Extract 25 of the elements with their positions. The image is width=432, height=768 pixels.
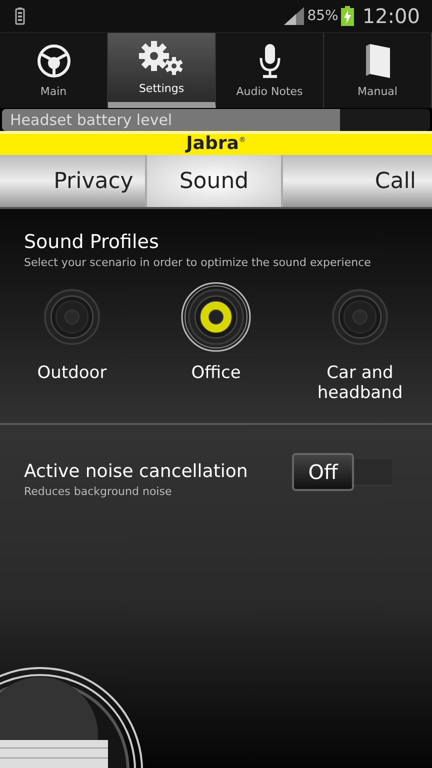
brand-logo: Jabra$^{®}$ bbox=[186, 132, 246, 154]
signal-icon bbox=[284, 7, 304, 25]
profile-option[interactable]: Outdoor bbox=[0, 281, 144, 403]
section-subtitle: Select your scenario in order to optimize the sound experience bbox=[23, 256, 372, 269]
dial-icon bbox=[36, 43, 72, 79]
nav-tab[interactable]: Manual bbox=[324, 33, 432, 108]
battery-level-label: Headset battery level bbox=[9, 111, 172, 129]
section-tab[interactable]: Call bbox=[282, 155, 432, 207]
battery-percent: 85% bbox=[307, 8, 338, 24]
section-tab[interactable]: Sound bbox=[147, 155, 283, 207]
profile-option[interactable]: Car and headband bbox=[288, 281, 432, 403]
charging-battery-icon bbox=[341, 6, 354, 26]
nav-tab[interactable]: Settings bbox=[108, 33, 216, 108]
speaker-icon bbox=[180, 281, 252, 353]
clock: 12:00 bbox=[362, 4, 420, 28]
nav-tab[interactable]: Main bbox=[0, 33, 108, 108]
section-title: Sound Profiles bbox=[23, 231, 160, 253]
book-icon bbox=[364, 43, 392, 79]
profile-option[interactable]: Office bbox=[144, 281, 288, 403]
nav-tab[interactable]: Audio Notes bbox=[216, 33, 324, 108]
setting-title: Active noise cancellation bbox=[23, 461, 248, 482]
toggle-switch[interactable]: Off bbox=[292, 453, 392, 491]
battery-icon bbox=[15, 7, 25, 25]
microphone-icon bbox=[258, 43, 282, 79]
setting-subtitle: Reduces background noise bbox=[23, 485, 173, 498]
